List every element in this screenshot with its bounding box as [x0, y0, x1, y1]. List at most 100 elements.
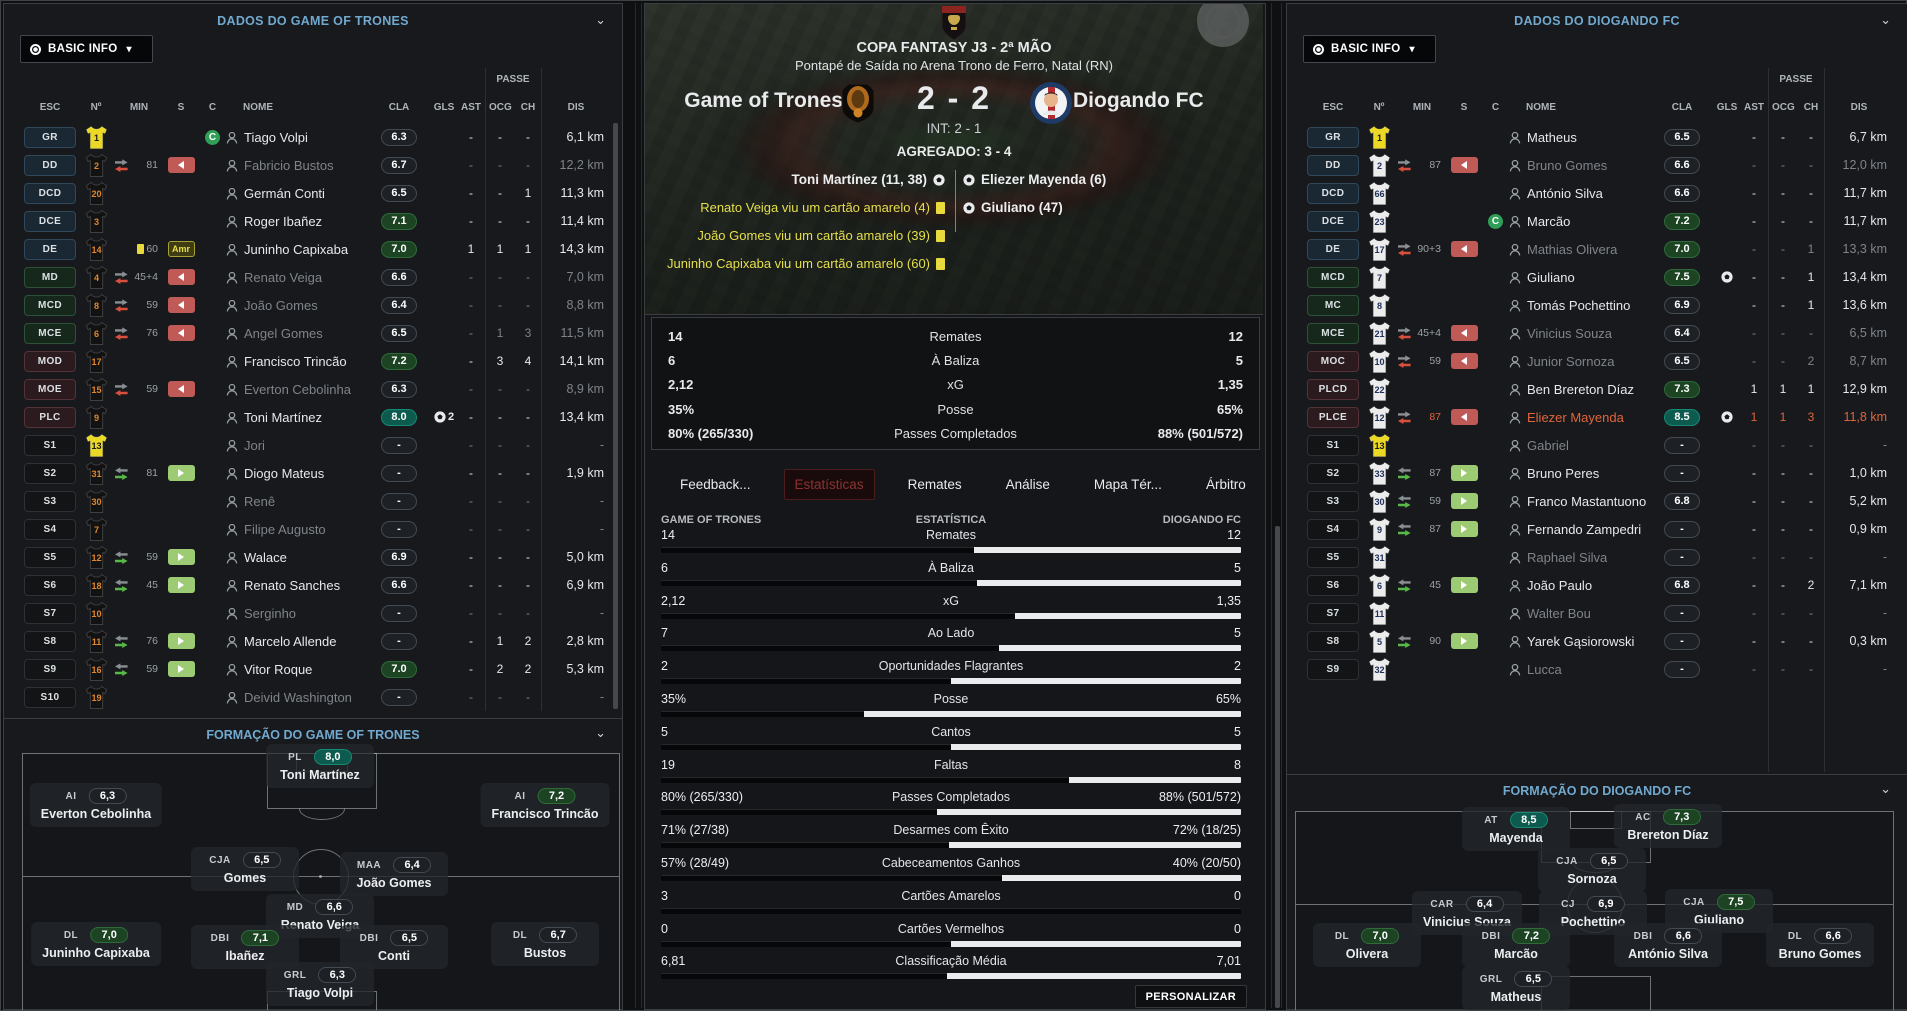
away-team-name[interactable]: Diogando FC — [1073, 89, 1204, 113]
tab-estatsticas[interactable]: Estatísticas — [784, 469, 875, 500]
player-row[interactable]: PLCD 22Ben Brereton Díaz7.311112,9 km — [1287, 375, 1893, 403]
player-name[interactable]: Junior Sornoza — [1527, 354, 1614, 369]
player-name[interactable]: Yarek Gąsiorowski — [1527, 634, 1634, 649]
collapse-chevron-icon[interactable]: ⌄ — [595, 12, 606, 28]
formation-player-card[interactable]: DBI 7,2 Marcão — [1462, 923, 1570, 967]
player-row[interactable]: MCD 7Giuliano7.5--113,4 km — [1287, 263, 1893, 291]
collapse-chevron-icon[interactable]: ⌄ — [1880, 781, 1891, 797]
formation-player-card[interactable]: GRL 6,3 Tiago Volpi — [266, 962, 374, 1006]
formation-player-card[interactable]: MAA 6,4 João Gomes — [340, 852, 448, 896]
player-row[interactable]: DE 1460AmrJuninho Capixaba7.011114,3 km — [4, 235, 608, 263]
player-name[interactable]: Filipe Augusto — [244, 522, 326, 537]
player-name[interactable]: Germán Conti — [244, 186, 325, 201]
player-name[interactable]: Roger Ibañez — [244, 214, 322, 229]
player-row[interactable]: MOD 17Francisco Trincão7.2-3414,1 km — [4, 347, 608, 375]
player-row[interactable]: S2 3181Diogo Mateus----1,9 km — [4, 459, 608, 487]
collapse-chevron-icon[interactable]: ⌄ — [595, 725, 606, 741]
player-name[interactable]: Angel Gomes — [244, 326, 323, 341]
player-name[interactable]: Juninho Capixaba — [244, 242, 348, 257]
player-name[interactable]: Walter Bou — [1527, 606, 1591, 621]
player-row[interactable]: MCE 676Angel Gomes6.5-1311,5 km — [4, 319, 608, 347]
player-row[interactable]: S1 13Gabriel----- — [1287, 431, 1893, 459]
player-name[interactable]: Jori — [244, 438, 265, 453]
formation-player-card[interactable]: GRL 6,5 Matheus — [1462, 966, 1570, 1010]
player-row[interactable]: S5 31Raphael Silva----- — [1287, 543, 1893, 571]
player-name[interactable]: Matheus — [1527, 130, 1577, 145]
player-name[interactable]: Marcão — [1527, 214, 1570, 229]
player-name[interactable]: Francisco Trincão — [244, 354, 347, 369]
player-name[interactable]: João Gomes — [244, 298, 318, 313]
player-name[interactable]: Bruno Peres — [1527, 466, 1599, 481]
formation-player-card[interactable]: CJA 6,5 Gomes — [191, 847, 299, 891]
player-name[interactable]: Gabriel — [1527, 438, 1569, 453]
player-row[interactable]: S2 3387Bruno Peres----1,0 km — [1287, 459, 1893, 487]
player-name[interactable]: Walace — [244, 550, 287, 565]
player-row[interactable]: S3 3059Franco Mastantuono6.8---5,2 km — [1287, 487, 1893, 515]
player-row[interactable]: S3 30Renê----- — [4, 487, 608, 515]
player-row[interactable]: S8 590Yarek Gąsiorowski----0,3 km — [1287, 627, 1893, 655]
player-name[interactable]: Everton Cebolinha — [244, 382, 351, 397]
player-name[interactable]: Fabricio Bustos — [244, 158, 334, 173]
player-name[interactable]: Giuliano — [1527, 270, 1575, 285]
personalize-button[interactable]: PERSONALIZAR — [1135, 985, 1247, 1008]
player-name[interactable]: Tomás Pochettino — [1527, 298, 1630, 313]
formation-player-card[interactable]: DBI 6,6 António Silva — [1614, 923, 1722, 967]
formation-player-card[interactable]: DL 7,0 Juninho Capixaba — [31, 922, 161, 966]
player-row[interactable]: MCE 2145+4Vinicius Souza6.4---6,5 km — [1287, 319, 1893, 347]
player-name[interactable]: Franco Mastantuono — [1527, 494, 1646, 509]
formation-player-card[interactable]: DL 7,0 Olivera — [1313, 923, 1421, 967]
player-row[interactable]: S4 987Fernando Zampedri----0,9 km — [1287, 515, 1893, 543]
tab-anlise[interactable]: Análise — [995, 469, 1061, 500]
player-name[interactable]: Lucca — [1527, 662, 1562, 677]
player-row[interactable]: MCD 859João Gomes6.4---8,8 km — [4, 291, 608, 319]
player-row[interactable]: MD 445+4Renato Veiga6.6---7,0 km — [4, 263, 608, 291]
tab-rbitro[interactable]: Árbitro — [1195, 469, 1257, 500]
player-name[interactable]: João Paulo — [1527, 578, 1592, 593]
player-row[interactable]: S5 1259Walace6.9---5,0 km — [4, 543, 608, 571]
player-row[interactable]: MC 8Tomás Pochettino6.9--113,6 km — [1287, 291, 1893, 319]
formation-player-card[interactable]: CJA 6,5 Sornoza — [1538, 848, 1646, 892]
table-scrollbar[interactable] — [613, 123, 618, 709]
formation-player-card[interactable]: DL 6,6 Bruno Gomes — [1766, 923, 1874, 967]
formation-player-card[interactable]: AC 7,3 Brereton Díaz — [1614, 804, 1722, 848]
collapse-chevron-icon[interactable]: ⌄ — [1880, 12, 1891, 28]
player-row[interactable]: GR 1CTiago Volpi6.3---6,1 km — [4, 123, 608, 151]
player-row[interactable]: S6 1845Renato Sanches6.6---6,9 km — [4, 571, 608, 599]
player-row[interactable]: PLCE 1287Eliezer Mayenda8.511311,8 km — [1287, 403, 1893, 431]
player-name[interactable]: Renato Veiga — [244, 270, 322, 285]
player-row[interactable]: S1 13Jori----- — [4, 431, 608, 459]
player-name[interactable]: Mathias Olivera — [1527, 242, 1617, 257]
player-row[interactable]: S9 1659Vitor Roque7.0-225,3 km — [4, 655, 608, 683]
player-row[interactable]: S8 1176Marcelo Allende--122,8 km — [4, 627, 608, 655]
player-row[interactable]: MOC 1059Junior Sornoza6.5--28,7 km — [1287, 347, 1893, 375]
center-scrollbar[interactable] — [1275, 526, 1280, 1008]
player-row[interactable]: S7 11Walter Bou----- — [1287, 599, 1893, 627]
player-name[interactable]: Vitor Roque — [244, 662, 312, 677]
player-row[interactable]: S6 645João Paulo6.8--27,1 km — [1287, 571, 1893, 599]
player-name[interactable]: Fernando Zampedri — [1527, 522, 1641, 537]
player-name[interactable]: Bruno Gomes — [1527, 158, 1607, 173]
player-row[interactable]: PLC 9Toni Martínez8.02---13,4 km — [4, 403, 608, 431]
player-row[interactable]: S7 10Serginho----- — [4, 599, 608, 627]
player-row[interactable]: S9 32Lucca----- — [1287, 655, 1893, 683]
formation-player-card[interactable]: AI 6,3 Everton Cebolinha — [30, 783, 162, 827]
formation-player-card[interactable]: PL 8,0 Toni Martínez — [266, 744, 374, 788]
player-name[interactable]: Toni Martínez — [244, 410, 322, 425]
player-name[interactable]: Eliezer Mayenda — [1527, 410, 1624, 425]
player-name[interactable]: António Silva — [1527, 186, 1603, 201]
player-row[interactable]: DCE 3Roger Ibañez7.1---11,4 km — [4, 207, 608, 235]
formation-player-card[interactable]: AI 7,2 Francisco Trincão — [481, 783, 610, 827]
player-row[interactable]: GR 1Matheus6.5---6,7 km — [1287, 123, 1893, 151]
view-selector-button[interactable]: BASIC INFO ▾ — [1303, 35, 1436, 63]
player-row[interactable]: DCD 66António Silva6.6---11,7 km — [1287, 179, 1893, 207]
player-row[interactable]: MOE 1559Everton Cebolinha6.3---8,9 km — [4, 375, 608, 403]
tab-feedback[interactable]: Feedback... — [669, 469, 762, 500]
player-row[interactable]: DD 287Bruno Gomes6.6---12,0 km — [1287, 151, 1893, 179]
tab-remates[interactable]: Remates — [897, 469, 973, 500]
view-selector-button[interactable]: BASIC INFO ▾ — [20, 35, 153, 63]
player-row[interactable]: DE 1790+3Mathias Olivera7.0--113,3 km — [1287, 235, 1893, 263]
player-name[interactable]: Tiago Volpi — [244, 130, 308, 145]
player-row[interactable]: DCD 20Germán Conti6.5--111,3 km — [4, 179, 608, 207]
player-name[interactable]: Renato Sanches — [244, 578, 340, 593]
player-row[interactable]: S10 19Deivid Washington----- — [4, 683, 608, 711]
